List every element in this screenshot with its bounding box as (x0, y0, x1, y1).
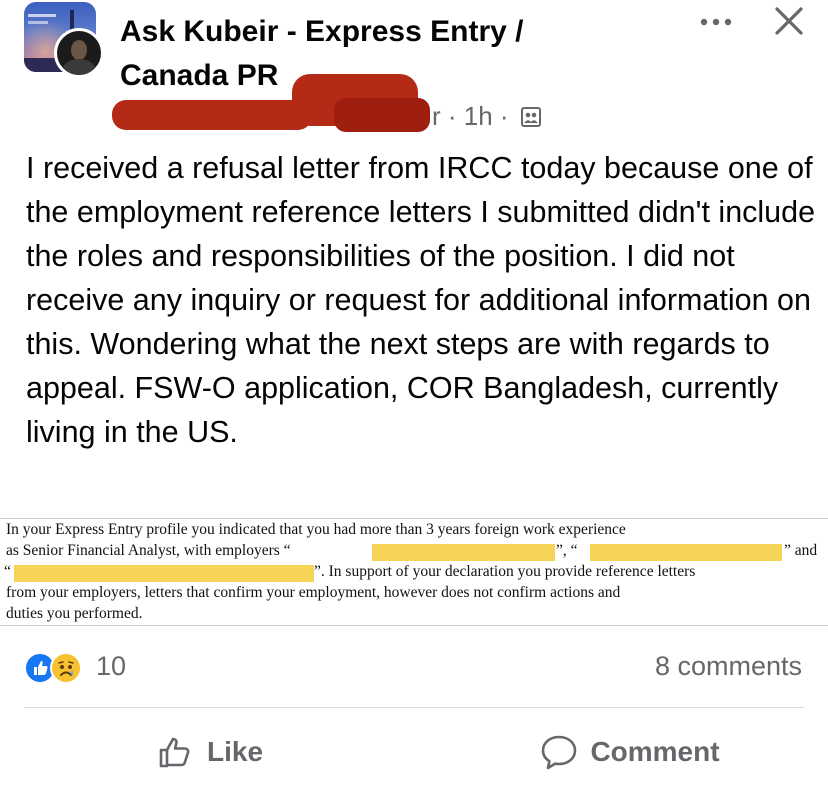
comment-label: Comment (590, 736, 720, 767)
excerpt-line: ” and (784, 542, 818, 559)
redaction-highlight (372, 544, 555, 561)
refusal-letter-excerpt[interactable]: In your Express Entry profile you indica… (0, 518, 828, 626)
excerpt-line: In your Express Entry profile you indica… (6, 521, 626, 538)
like-button[interactable]: Like (120, 722, 300, 782)
excerpt-line: from your employers, letters that confir… (6, 584, 621, 601)
divider (24, 707, 804, 708)
speech-bubble-icon (542, 735, 577, 770)
redaction-highlight (14, 565, 314, 582)
comment-button[interactable]: Comment (500, 722, 760, 782)
excerpt-line: duties you performed. (6, 605, 143, 622)
author-name[interactable]: r (432, 101, 441, 131)
excerpt-line: ”. In support of your declaration you pr… (314, 563, 696, 580)
ellipsis-icon[interactable] (698, 6, 734, 34)
reactions-summary[interactable]: 10 (24, 650, 224, 684)
excerpt-line: “ (4, 563, 11, 580)
group-audience-icon (520, 107, 541, 127)
post-time[interactable]: · 1h · (448, 101, 509, 131)
excerpt-line: ”, “ (556, 542, 578, 559)
thumbs-up-icon (159, 737, 190, 768)
redaction-highlight (590, 544, 782, 561)
like-label: Like (206, 736, 264, 767)
post-text: I received a refusal letter from IRCC to… (26, 151, 816, 449)
sad-reaction-icon (50, 652, 82, 684)
post-meta: r · 1h · (112, 74, 562, 134)
reaction-count: 10 (96, 651, 127, 681)
comments-count-link[interactable]: 8 comments (560, 650, 802, 682)
close-icon[interactable] (772, 4, 806, 38)
redaction-mark (112, 100, 312, 130)
redaction-mark (334, 98, 430, 132)
excerpt-line: as Senior Financial Analyst, with employ… (6, 542, 291, 559)
user-avatar-icon[interactable] (54, 28, 104, 78)
